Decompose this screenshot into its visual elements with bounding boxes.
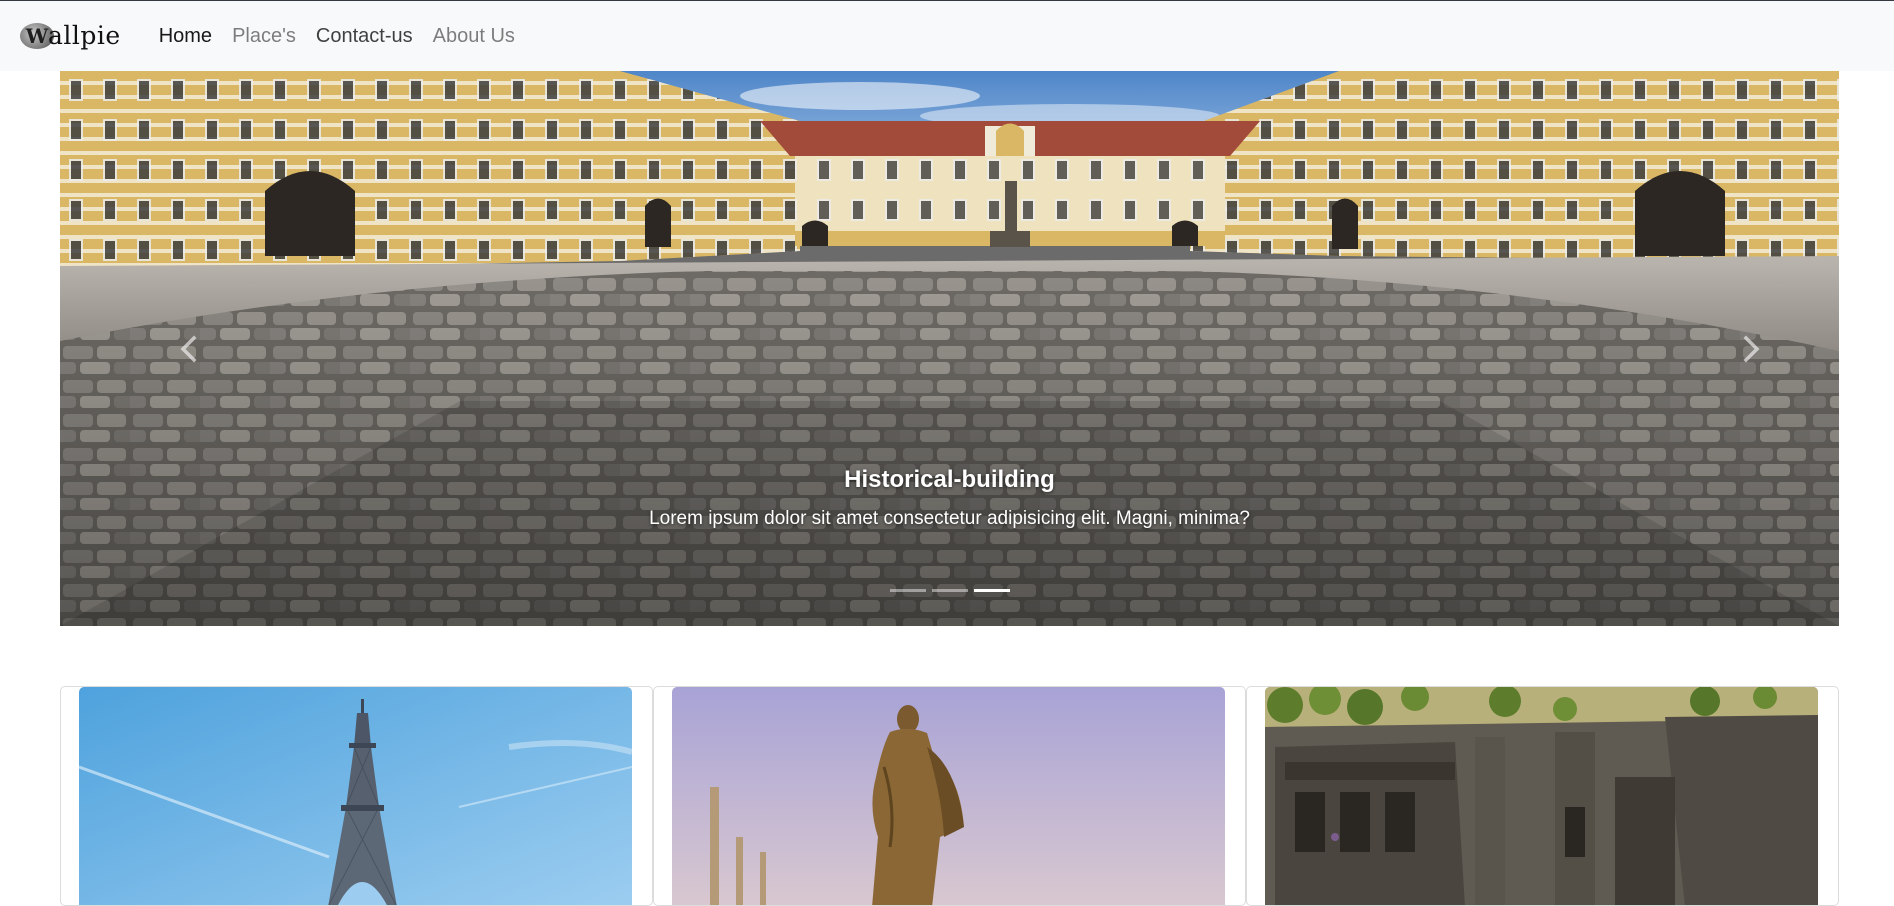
eiffel-tower-photo bbox=[79, 687, 632, 905]
carousel-indicators bbox=[60, 589, 1839, 592]
card-image-rock-temple[interactable] bbox=[1265, 687, 1818, 905]
carousel-indicator-2[interactable] bbox=[931, 589, 968, 592]
caption-title: Historical-building bbox=[844, 466, 1055, 493]
place-card bbox=[653, 686, 1246, 906]
carousel-next-button[interactable] bbox=[1680, 71, 1820, 626]
card-image-statue[interactable] bbox=[672, 687, 1225, 905]
chevron-right-icon bbox=[1743, 335, 1760, 362]
place-card bbox=[60, 686, 653, 906]
carousel-caption: Historical-building Lorem ipsum dolor si… bbox=[60, 466, 1839, 530]
nav-menu: Home Place's Contact-us About Us bbox=[149, 17, 525, 56]
nav-link-contact[interactable]: Contact-us bbox=[306, 17, 423, 56]
hero-carousel: Historical-building Lorem ipsum dolor si… bbox=[60, 71, 1839, 626]
carousel-indicator-1[interactable] bbox=[889, 589, 926, 592]
place-cards bbox=[60, 686, 1839, 906]
carousel-prev-button[interactable] bbox=[120, 71, 260, 626]
nav-link-home[interactable]: Home bbox=[149, 17, 222, 56]
rock-cut-temple-photo bbox=[1265, 687, 1818, 905]
top-navbar: W allpie Home Place's Contact-us About U… bbox=[0, 0, 1894, 71]
chevron-left-icon bbox=[180, 335, 197, 362]
statue-photo bbox=[672, 687, 1225, 905]
caption-text: Lorem ipsum dolor sit amet consectetur a… bbox=[649, 508, 1250, 529]
place-card bbox=[1246, 686, 1839, 906]
card-image-eiffel-tower[interactable] bbox=[79, 687, 632, 905]
brand-logo-link[interactable]: W allpie bbox=[20, 21, 121, 52]
slide-image-historical-building bbox=[60, 71, 1839, 626]
brand-name: allpie bbox=[48, 20, 121, 50]
nav-link-about[interactable]: About Us bbox=[423, 17, 525, 56]
nav-link-places[interactable]: Place's bbox=[222, 17, 306, 56]
carousel-indicator-3[interactable] bbox=[973, 589, 1010, 592]
